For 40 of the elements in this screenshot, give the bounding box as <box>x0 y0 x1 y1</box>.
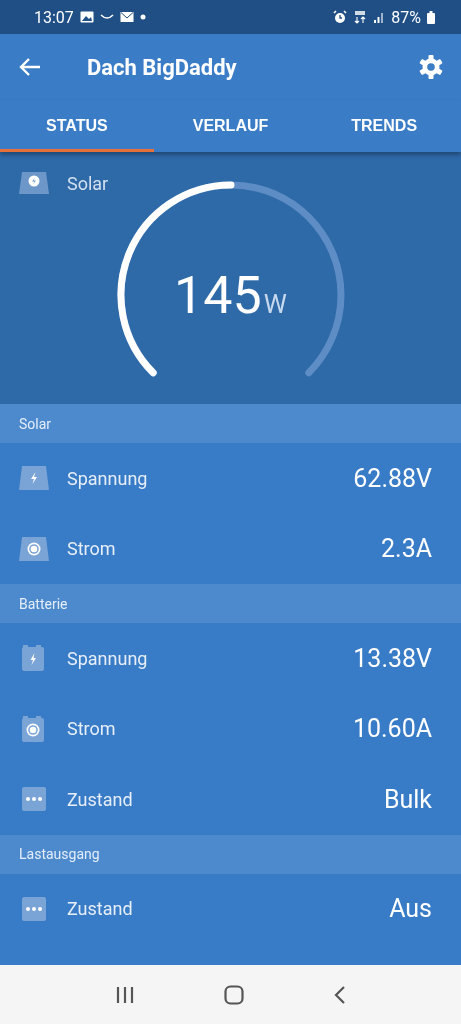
section-title: Batterie <box>19 595 68 612</box>
section-title: Solar <box>19 415 52 432</box>
settings-icon[interactable] <box>418 54 444 80</box>
image-icon <box>79 11 94 23</box>
dots-icon <box>19 787 49 812</box>
power-value: 145 <box>174 265 262 326</box>
battery-percent: 87% <box>391 7 421 27</box>
wave-icon <box>99 13 114 21</box>
mail-icon <box>119 11 134 23</box>
alarm-icon <box>333 10 348 24</box>
home-icon[interactable] <box>223 984 244 1005</box>
row-value: 62.88V <box>353 463 432 493</box>
signal-icon <box>373 11 386 23</box>
back-arrow-icon[interactable] <box>19 57 41 77</box>
row-value: 2.3A <box>381 534 432 564</box>
power-unit: W <box>263 289 287 319</box>
clock: 13:07 <box>34 7 74 27</box>
row-value: 13.38V <box>353 643 432 673</box>
network-icon <box>353 10 368 24</box>
tab[interactable]: TRENDS <box>307 100 461 152</box>
row-label: Strom <box>67 538 117 560</box>
battery-icon <box>427 10 435 24</box>
app-title: Dach BigDaddy <box>87 54 238 80</box>
row-label: Zustand <box>67 788 134 810</box>
panel-bolt-icon <box>19 172 49 194</box>
section-title: Lastausgang <box>19 846 100 862</box>
row-label: Spannung <box>67 647 149 669</box>
back-icon[interactable] <box>332 984 347 1005</box>
row-value: Bulk <box>383 784 432 814</box>
dot-icon <box>139 14 146 20</box>
row-label: Zustand <box>67 898 134 920</box>
recent-apps-icon[interactable] <box>114 985 135 1004</box>
tab[interactable]: VERLAUF <box>153 100 308 152</box>
row-label: Spannung <box>67 467 149 489</box>
panel-bolt-icon <box>19 466 49 491</box>
row-value: Aus <box>389 894 432 924</box>
row-label: Strom <box>67 718 117 740</box>
gauge-label: Solar <box>67 172 109 194</box>
row-value: 10.60A <box>352 714 432 744</box>
dots-icon <box>19 896 49 921</box>
